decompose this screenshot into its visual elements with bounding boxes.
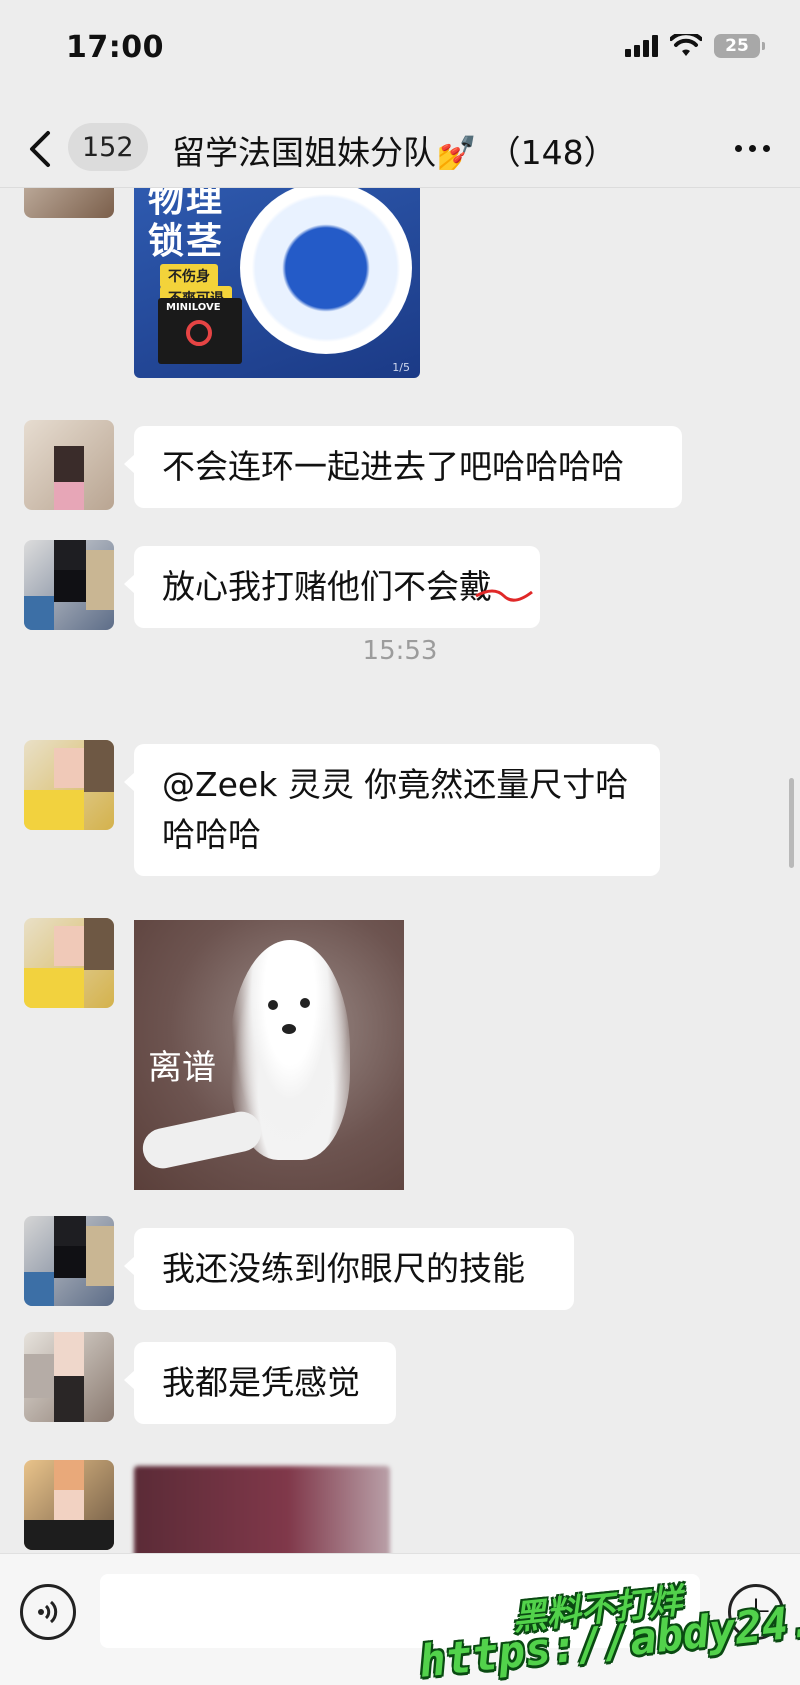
- unread-count-badge[interactable]: 152: [68, 123, 148, 171]
- meme-image-message[interactable]: 离谱: [134, 920, 404, 1190]
- avatar[interactable]: [24, 188, 114, 218]
- message-bubble[interactable]: 我还没练到你眼尺的技能: [124, 1228, 574, 1310]
- voice-input-button[interactable]: [20, 1584, 76, 1640]
- chat-title: 留学法国姐妹分队💅 （148）: [172, 133, 617, 172]
- message-bubble[interactable]: 放心我打赌他们不会戴: [124, 546, 540, 628]
- battery-icon: 25: [714, 34, 765, 58]
- chevron-left-icon: [30, 131, 50, 167]
- dot-icon: [735, 144, 742, 152]
- message-bubble[interactable]: 我都是凭感觉: [124, 1342, 396, 1424]
- dot-icon: [763, 144, 770, 152]
- avatar[interactable]: [24, 420, 114, 510]
- avatar[interactable]: [24, 1332, 114, 1422]
- package-label: MINILOVE: [166, 302, 221, 313]
- avatar[interactable]: [24, 740, 114, 830]
- message-list[interactable]: 物理 锁茎 不伤身 不爽可退 MINILOVE 1/5 不会连环一起进去了吧哈哈…: [0, 188, 800, 1553]
- more-options-button[interactable]: [735, 130, 770, 166]
- status-time: 17:00: [66, 30, 164, 65]
- blurred-image-message[interactable]: [134, 1466, 390, 1553]
- meme-caption: 离谱: [148, 1048, 216, 1088]
- avatar[interactable]: [24, 540, 114, 630]
- wifi-icon: [670, 34, 702, 56]
- image-page-indicator: 1/5: [392, 361, 410, 374]
- timestamp: 15:53: [362, 636, 438, 666]
- cellular-signal-icon: [625, 35, 658, 57]
- avatar[interactable]: [24, 918, 114, 1008]
- dog-eye: [268, 1000, 278, 1010]
- message-bubble[interactable]: 不会连环一起进去了吧哈哈哈哈: [124, 426, 682, 508]
- status-bar: 17:00 25: [0, 0, 800, 110]
- package-ring: [186, 320, 212, 346]
- ring-product-image: [240, 188, 412, 354]
- dot-icon: [749, 144, 756, 152]
- avatar[interactable]: [24, 1460, 114, 1550]
- voice-icon: [38, 1600, 58, 1624]
- dog-nose: [282, 1024, 296, 1034]
- avatar[interactable]: [24, 1216, 114, 1306]
- message-text: 放心我打赌他们不会戴: [162, 567, 492, 606]
- red-scribble-icon: [475, 589, 533, 602]
- product-image-text: 锁茎: [148, 221, 225, 262]
- scrollbar[interactable]: [789, 778, 794, 868]
- dog-eye: [300, 998, 310, 1008]
- product-tag: 不伤身: [160, 264, 218, 288]
- status-icons: 25: [625, 34, 765, 58]
- package-image: MINILOVE: [158, 298, 242, 364]
- chat-header: 152 留学法国姐妹分队💅 （148）: [0, 110, 800, 188]
- product-image-message[interactable]: 物理 锁茎 不伤身 不爽可退 MINILOVE 1/5: [134, 188, 420, 378]
- dog-arm: [139, 1107, 265, 1173]
- message-bubble[interactable]: @Zeek 灵灵 你竟然还量尺寸哈 哈哈哈: [124, 744, 660, 876]
